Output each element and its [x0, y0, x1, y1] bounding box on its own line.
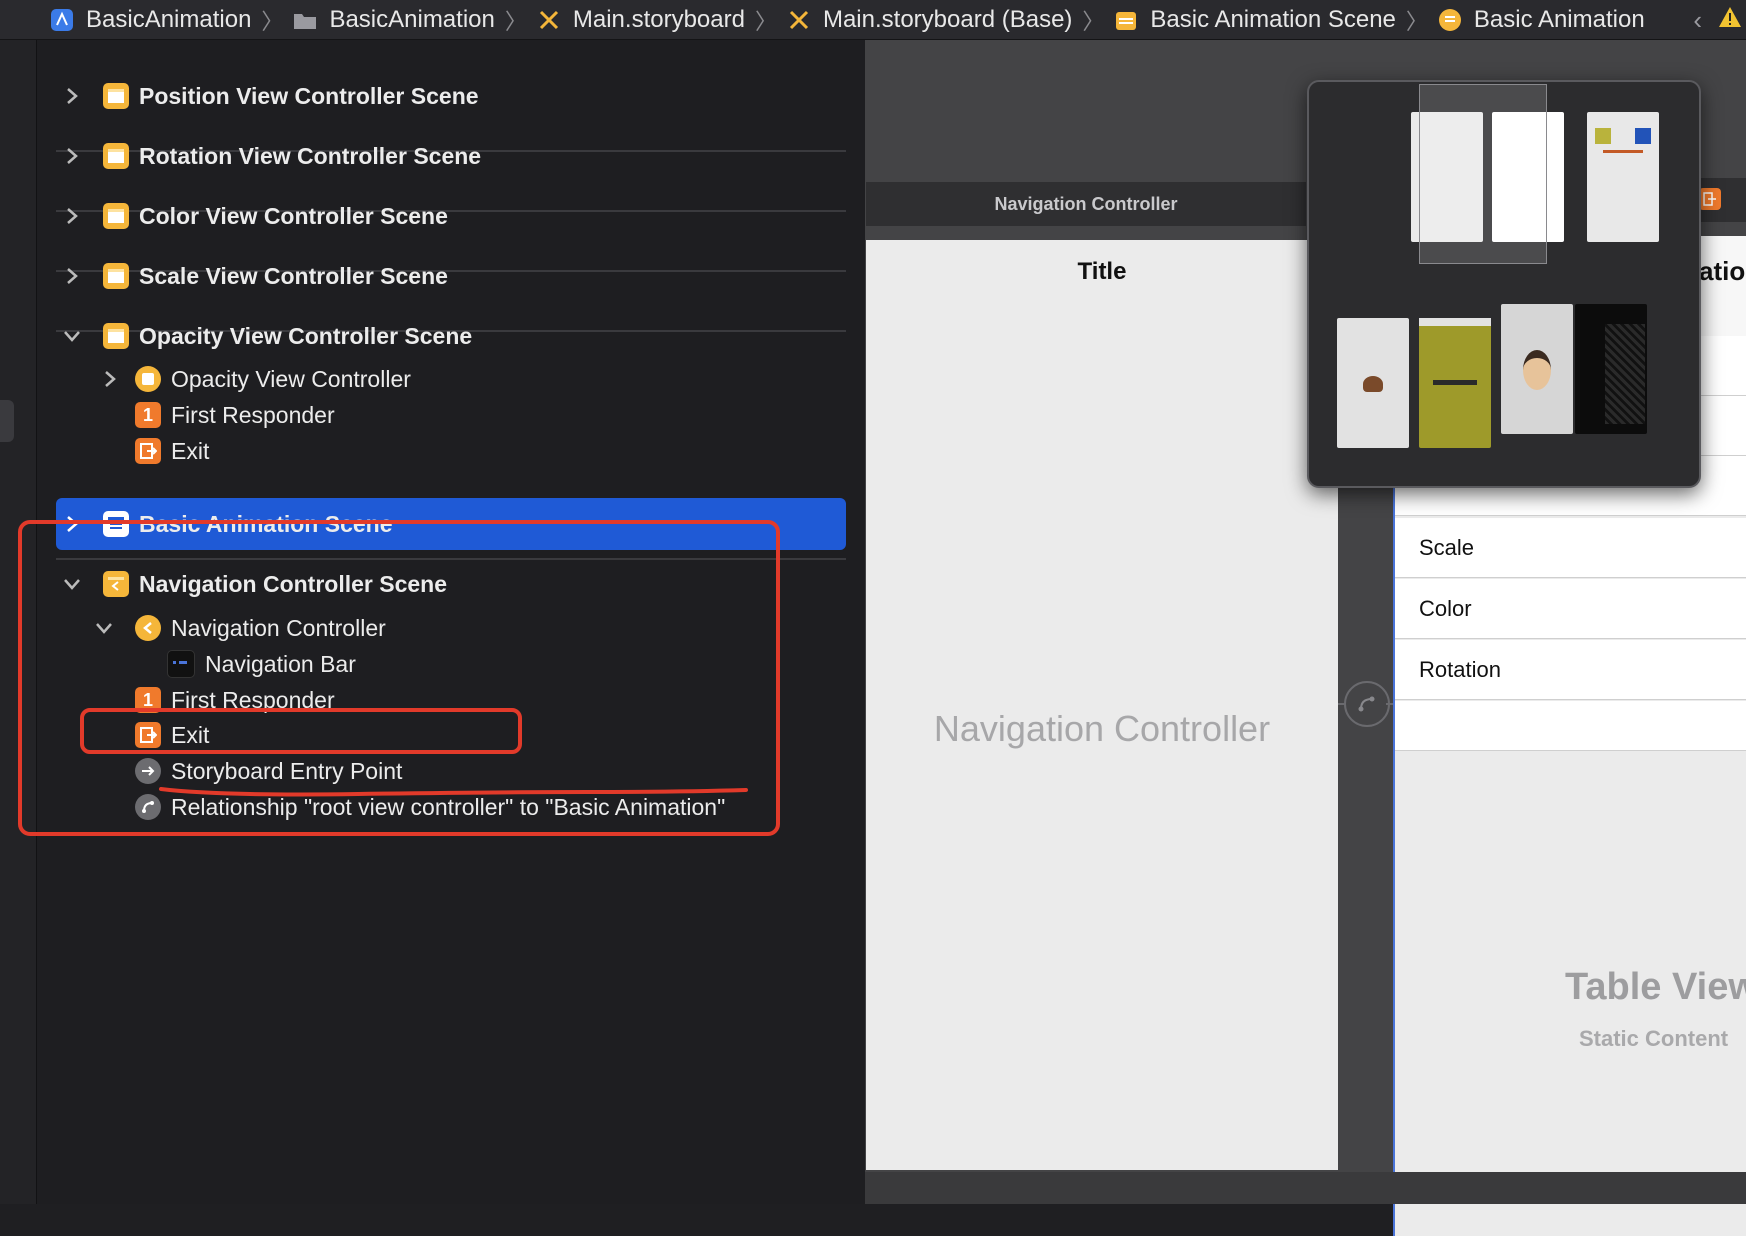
- outline-scene-rotation[interactable]: Rotation View Controller Scene: [61, 136, 481, 176]
- breadcrumb-label: Main.storyboard (Base): [822, 5, 1073, 33]
- minimap-thumb[interactable]: [1501, 304, 1573, 434]
- scene-icon: [103, 323, 129, 349]
- breadcrumb-folder[interactable]: BasicAnimation 〉: [293, 4, 527, 36]
- relationship-segue-icon[interactable]: [1344, 681, 1390, 727]
- disclosure-right-icon[interactable]: [99, 368, 121, 390]
- disclosure-right-icon[interactable]: [61, 265, 83, 287]
- breadcrumb-storyboard-base[interactable]: Main.storyboard (Base) 〉: [787, 4, 1104, 36]
- minimap-viewport[interactable]: [1419, 84, 1547, 264]
- jump-bar-right: ‹: [1693, 0, 1746, 40]
- breadcrumb-label: BasicAnimation: [329, 5, 495, 33]
- outline-opacity-vc[interactable]: Opacity View Controller: [99, 359, 411, 399]
- storyboard-icon: [787, 8, 811, 32]
- disclosure-right-icon[interactable]: [61, 85, 83, 107]
- breadcrumb-label: BasicAnimation: [86, 5, 252, 33]
- annotation-underline: [159, 787, 748, 797]
- disclosure-right-icon[interactable]: [61, 205, 83, 227]
- table-static-content-label: Static Content: [1579, 1026, 1729, 1051]
- minimap-thumb[interactable]: [1587, 112, 1659, 242]
- nav-bar-title: Title: [1077, 258, 1127, 285]
- first-responder-icon: 1: [135, 402, 161, 428]
- outline-label: Position View Controller Scene: [139, 82, 479, 109]
- view-controller-icon: [135, 366, 161, 392]
- annotation-box-entry-point: [80, 708, 522, 754]
- outline-label: Color View Controller Scene: [139, 202, 448, 229]
- chevron-right-icon: 〉: [504, 8, 527, 34]
- outline-label: Opacity View Controller: [171, 365, 411, 392]
- table-nav-title: atior: [1699, 256, 1746, 286]
- table-row-label: Scale: [1419, 534, 1475, 560]
- chevron-right-icon: 〉: [261, 8, 284, 34]
- outline-scene-opacity[interactable]: Opacity View Controller Scene: [61, 316, 472, 356]
- table-view-placeholder: Table View: [1565, 966, 1746, 1008]
- chevron-right-icon: 〉: [1082, 8, 1105, 34]
- jump-bar: BasicAnimation 〉 BasicAnimation 〉 Main.s…: [0, 0, 1746, 40]
- outline-label: Rotation View Controller Scene: [139, 142, 482, 169]
- outline-scene-position[interactable]: Position View Controller Scene: [61, 76, 479, 116]
- outline-label: First Responder: [171, 401, 335, 428]
- outline-label: Opacity View Controller Scene: [139, 322, 473, 349]
- scene-icon: [1114, 8, 1138, 32]
- breadcrumb-view-controller[interactable]: Basic Animation: [1438, 6, 1645, 34]
- breadcrumb-label: Basic Animation: [1473, 5, 1645, 33]
- canvas-bottom-bar: [865, 1172, 1746, 1204]
- scene-icon: [103, 203, 129, 229]
- scene-icon: [103, 143, 129, 169]
- panel-tab[interactable]: [0, 400, 14, 442]
- table-row: [1395, 701, 1746, 751]
- disclosure-right-icon[interactable]: [61, 145, 83, 167]
- folder-icon: [293, 8, 317, 32]
- table-row-color[interactable]: Color: [1395, 579, 1746, 639]
- storyboard-icon: [537, 8, 561, 32]
- outline-opacity-first-responder[interactable]: 1 First Responder: [135, 395, 335, 435]
- breadcrumb-label: Main.storyboard: [572, 5, 745, 33]
- exit-icon: [135, 438, 161, 464]
- xcode-project-icon: [50, 8, 74, 32]
- table-row-scale[interactable]: Scale: [1395, 518, 1746, 578]
- nav-scene-dock[interactable]: Navigation Controller: [866, 182, 1306, 226]
- breadcrumb-project[interactable]: BasicAnimation 〉: [50, 4, 283, 36]
- outline-label: Exit: [171, 437, 210, 464]
- outline-scene-color[interactable]: Color View Controller Scene: [61, 196, 448, 236]
- outline-scene-scale[interactable]: Scale View Controller Scene: [61, 256, 448, 296]
- warning-icon[interactable]: [1718, 6, 1742, 35]
- outline-opacity-exit[interactable]: Exit: [135, 431, 209, 471]
- disclosure-down-icon[interactable]: [61, 325, 83, 347]
- navigation-controller-scene[interactable]: Title Navigation Controller: [866, 240, 1338, 1170]
- chevron-left-icon[interactable]: ‹: [1693, 5, 1702, 36]
- breadcrumb-storyboard[interactable]: Main.storyboard 〉: [537, 4, 777, 36]
- minimap-thumb[interactable]: [1575, 304, 1647, 434]
- scene-icon: [103, 263, 129, 289]
- outline-label: Scale View Controller Scene: [139, 262, 448, 289]
- breadcrumb-scene[interactable]: Basic Animation Scene 〉: [1114, 4, 1428, 36]
- chevron-right-icon: 〉: [754, 8, 777, 34]
- nav-controller-placeholder: Navigation Controller: [933, 708, 1271, 749]
- nav-scene-dock-label: Navigation Controller: [994, 193, 1178, 214]
- chevron-right-icon: 〉: [1405, 8, 1428, 34]
- minimap-thumb[interactable]: [1419, 318, 1491, 448]
- minimap-thumb[interactable]: [1337, 318, 1409, 448]
- scene-icon: [103, 83, 129, 109]
- breadcrumb-label: Basic Animation Scene: [1150, 5, 1396, 33]
- exit-icon[interactable]: [1699, 188, 1721, 210]
- view-controller-icon: [1438, 8, 1462, 32]
- table-row-rotation[interactable]: Rotation: [1395, 640, 1746, 700]
- table-row-label: Rotation: [1419, 656, 1501, 682]
- storyboard-minimap[interactable]: [1307, 80, 1701, 488]
- table-row-label: Color: [1419, 595, 1472, 621]
